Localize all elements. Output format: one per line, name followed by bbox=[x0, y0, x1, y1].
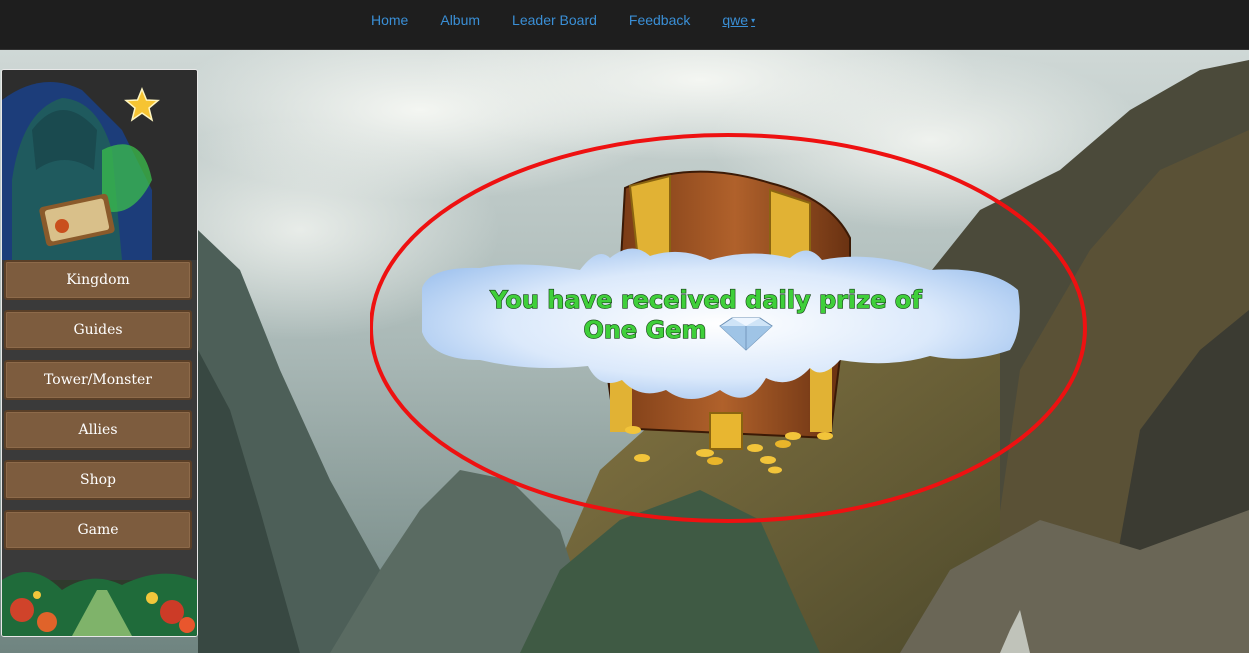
nav-feedback-link[interactable]: Feedback bbox=[629, 12, 690, 28]
sidebar-item-label: Guides bbox=[73, 322, 123, 338]
fantasy-garden-image bbox=[2, 550, 197, 636]
sidebar-item-label: Kingdom bbox=[66, 272, 130, 288]
nav-home-link[interactable]: Home bbox=[371, 12, 408, 28]
sidebar-item-guides[interactable]: Guides bbox=[4, 310, 192, 350]
sidebar-item-label: Game bbox=[77, 522, 119, 538]
nav-leaderboard-link[interactable]: Leader Board bbox=[512, 12, 597, 28]
star-icon[interactable] bbox=[124, 87, 160, 123]
sidebar-item-tower-monster[interactable]: Tower/Monster bbox=[4, 360, 192, 400]
sidebar-item-label: Tower/Monster bbox=[44, 372, 152, 388]
sidebar-item-label: Allies bbox=[78, 422, 118, 438]
sidebar-item-kingdom[interactable]: Kingdom bbox=[4, 260, 192, 300]
prize-message-line1: You have received daily prize of bbox=[489, 286, 922, 314]
sidebar-item-game[interactable]: Game bbox=[4, 510, 192, 550]
nav-album-link[interactable]: Album bbox=[440, 12, 480, 28]
sidebar-item-allies[interactable]: Allies bbox=[4, 410, 192, 450]
user-menu-dropdown[interactable]: qwe ▾ bbox=[722, 12, 755, 28]
daily-prize-popup[interactable]: You have received daily prize of One Gem bbox=[370, 128, 1130, 538]
cloud-banner bbox=[422, 248, 1020, 399]
top-navbar: Home Album Leader Board Feedback qwe ▾ bbox=[0, 0, 1249, 50]
chevron-down-icon: ▾ bbox=[751, 16, 756, 25]
sidebar-item-label: Shop bbox=[80, 472, 116, 488]
prize-message-line2: One Gem bbox=[583, 316, 706, 344]
user-name: qwe bbox=[722, 12, 749, 28]
wizard-portrait-image bbox=[2, 70, 197, 260]
sidebar-item-shop[interactable]: Shop bbox=[4, 460, 192, 500]
sidebar: Kingdom Guides Tower/Monster Allies Shop… bbox=[1, 69, 198, 637]
main-nav: Home Album Leader Board Feedback qwe ▾ bbox=[371, 0, 787, 40]
